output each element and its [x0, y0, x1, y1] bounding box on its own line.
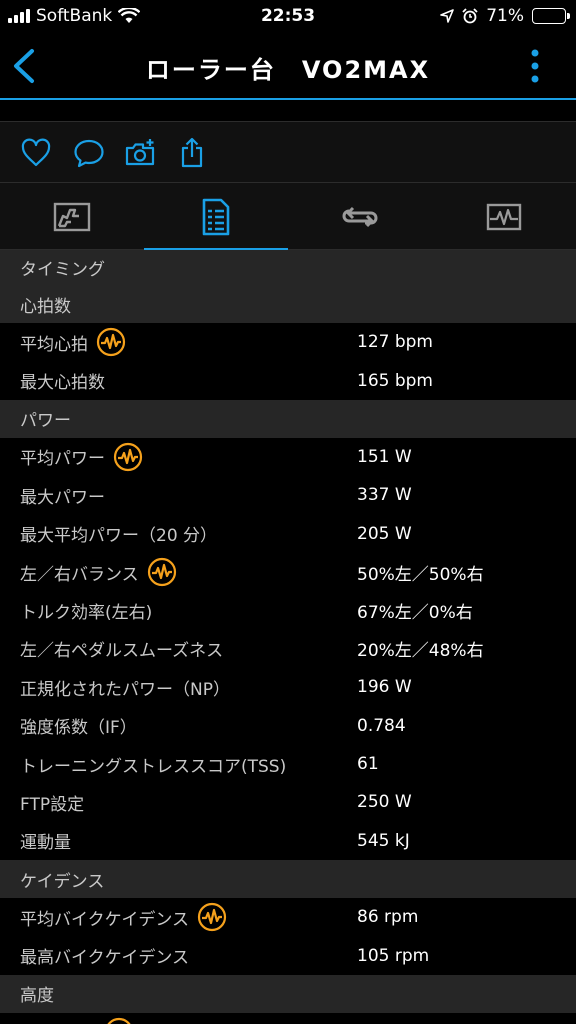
performance-badge-icon[interactable]: [113, 442, 143, 472]
stat-value: 20%左／48%右: [357, 641, 484, 662]
stat-row-avg-heart-rate: 平均心拍 127 bpm: [0, 323, 576, 362]
action-bar: [0, 123, 576, 183]
tab-laps[interactable]: [288, 184, 432, 250]
header-spacer: [0, 100, 576, 122]
stat-row-avg-power: 平均パワー 151 W: [0, 437, 576, 477]
section-cadence: ケイデンス: [0, 860, 576, 899]
stat-row-partial: [0, 1012, 576, 1024]
stat-label: FTP設定: [20, 794, 85, 815]
stat-row-ftp: FTP設定 250 W: [0, 783, 576, 822]
tab-stats[interactable]: [144, 184, 288, 251]
section-timing: タイミング: [0, 250, 576, 285]
section-heart-rate: 心拍数: [0, 285, 576, 323]
stat-label: トレーニングストレススコア(TSS): [20, 756, 287, 777]
laps-icon: [342, 206, 378, 228]
stat-label: 最大心拍数: [20, 373, 105, 394]
stat-value: 205 W: [357, 523, 412, 544]
stat-label-text: 平均バイクケイデンス: [20, 909, 189, 930]
stat-label: 左／右バランス: [20, 557, 177, 587]
stat-row-lr-balance: 左／右バランス 50%左／50%右: [0, 552, 576, 592]
battery-icon: [532, 8, 570, 24]
stat-value: 50%左／50%右: [357, 564, 484, 585]
stat-value: 151 W: [357, 446, 412, 467]
stat-row-max-heart-rate: 最大心拍数 165 bpm: [0, 361, 576, 400]
more-options-button[interactable]: [530, 48, 540, 84]
stat-label: 左／右ペダルスムーズネス: [20, 641, 224, 662]
stat-label: 最大パワー: [20, 487, 105, 508]
stat-value: 165 bpm: [357, 370, 433, 391]
stat-row-normalized-power: 正規化されたパワー（NP） 196 W: [0, 668, 576, 707]
section-power: パワー: [0, 399, 576, 438]
graph-icon: [486, 203, 522, 231]
heart-icon[interactable]: [20, 137, 52, 169]
comment-icon[interactable]: [73, 137, 105, 169]
stat-label-text: 平均心拍: [20, 334, 88, 355]
stat-label: 平均バイクケイデンス: [20, 902, 227, 932]
stat-label: 平均パワー: [20, 442, 143, 472]
stat-label: 平均心拍: [20, 327, 126, 357]
stat-row-intensity-factor: 強度係数（IF） 0.784: [0, 706, 576, 745]
status-right: 71%: [440, 6, 570, 26]
stat-label: 運動量: [20, 833, 71, 854]
status-bar: SoftBank 22:53 71%: [0, 0, 576, 34]
stat-row-torque-effectiveness: トルク効率(左右) 67%左／0%右: [0, 591, 576, 630]
stat-label: 強度係数（IF）: [20, 718, 137, 739]
stat-row-tss: トレーニングストレススコア(TSS) 61: [0, 744, 576, 784]
location-arrow-icon: [440, 9, 455, 23]
stat-label: 正規化されたパワー（NP）: [20, 679, 230, 700]
battery-percent: 71%: [486, 6, 524, 26]
stat-value: 0.784: [357, 715, 406, 736]
stat-value: 250 W: [357, 792, 412, 813]
stats-list-icon: [202, 198, 230, 236]
performance-badge-icon[interactable]: [197, 902, 227, 932]
stat-label: 最高バイクケイデンス: [20, 948, 189, 969]
stat-value: 196 W: [357, 677, 412, 698]
stat-row-avg-cadence: 平均バイクケイデンス 86 rpm: [0, 898, 576, 937]
stat-value: 105 rpm: [357, 945, 430, 966]
stat-value: 67%左／0%右: [357, 603, 473, 624]
tab-graphs[interactable]: [432, 184, 576, 250]
stat-row-pedal-smoothness: 左／右ペダルスムーズネス 20%左／48%右: [0, 629, 576, 669]
tab-overview[interactable]: [0, 184, 144, 250]
stat-value: 61: [357, 754, 379, 775]
tab-bar: [0, 184, 576, 251]
stat-label-text: 左／右バランス: [20, 564, 139, 585]
camera-add-icon[interactable]: [124, 137, 156, 169]
performance-badge-icon[interactable]: [104, 1017, 134, 1024]
nav-bar: ローラー台 VO2MAX: [0, 34, 576, 100]
stat-value: 545 kJ: [357, 830, 410, 851]
stat-label: トルク効率(左右): [20, 603, 153, 624]
stat-value: 337 W: [357, 485, 412, 506]
stat-row-max-cadence: 最高バイクケイデンス 105 rpm: [0, 936, 576, 975]
stat-value: 127 bpm: [357, 332, 433, 353]
chart-icon: [53, 202, 91, 232]
stat-row-work: 運動量 545 kJ: [0, 821, 576, 861]
performance-badge-icon[interactable]: [96, 327, 126, 357]
performance-badge-icon[interactable]: [147, 557, 177, 587]
stat-row-max-power: 最大パワー 337 W: [0, 476, 576, 515]
page-title: ローラー台 VO2MAX: [145, 56, 431, 84]
stat-row-max-avg-power: 最大平均パワー（20 分） 205 W: [0, 514, 576, 553]
stat-label: 最大平均パワー（20 分）: [20, 526, 218, 547]
stats-list: タイミング 心拍数 平均心拍 127 bpm 最大心拍数 165 bpm パワー…: [0, 250, 576, 1024]
stat-label: [104, 1017, 134, 1024]
stat-value: 86 rpm: [357, 907, 419, 928]
section-elevation: 高度: [0, 974, 576, 1013]
alarm-icon: [462, 8, 478, 24]
stat-label-text: 平均パワー: [20, 449, 105, 470]
share-icon[interactable]: [176, 137, 208, 169]
